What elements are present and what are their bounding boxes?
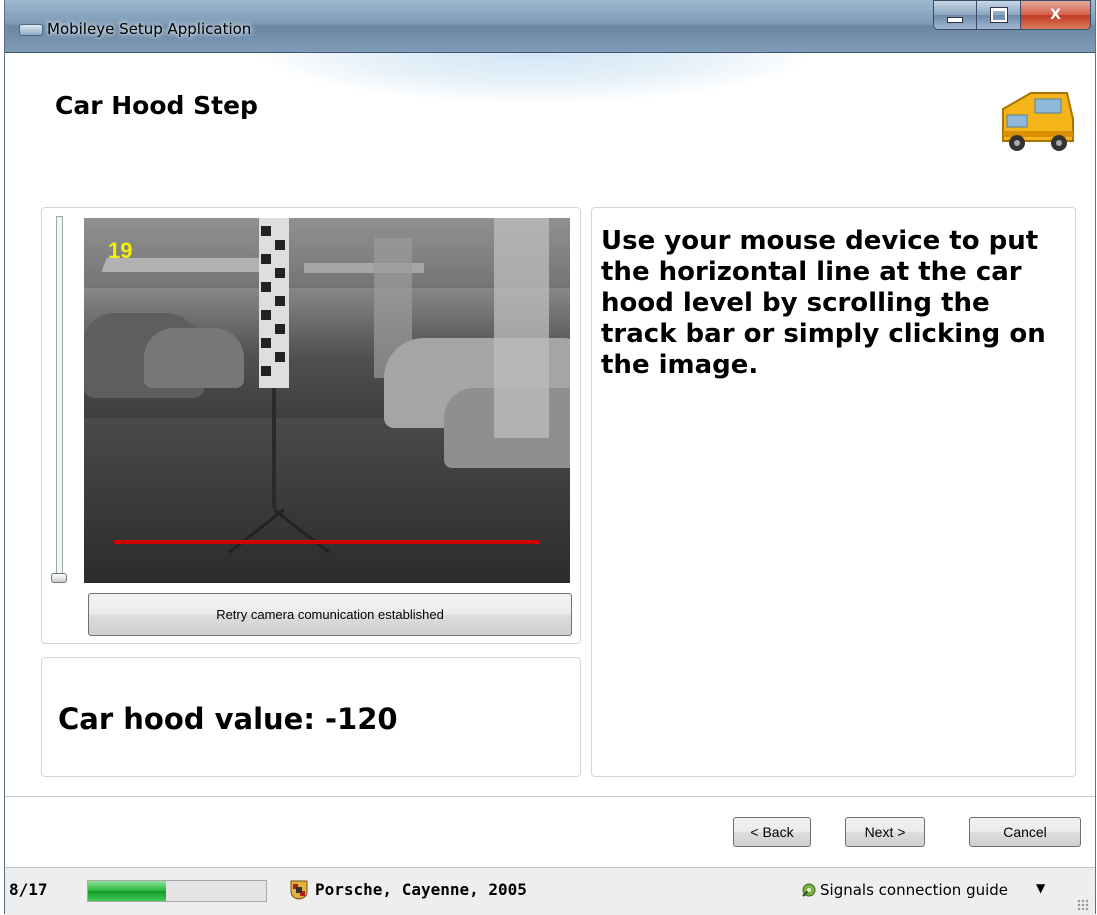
calibration-target (259, 218, 289, 388)
caption-buttons: X (933, 0, 1091, 40)
minimize-button[interactable] (933, 0, 977, 30)
camera-image[interactable]: 19 (84, 218, 570, 583)
close-icon: X (1050, 7, 1061, 23)
frame-number: 19 (108, 238, 133, 263)
header-swoosh (255, 53, 815, 103)
instructions-panel: Use your mouse device to put the horizon… (591, 207, 1076, 777)
trackbar-thumb[interactable] (51, 573, 67, 583)
step-counter: 8/17 (9, 880, 48, 899)
resize-grip[interactable] (1077, 899, 1089, 911)
minimize-icon (947, 17, 963, 23)
vehicle-label: Porsche, Cayenne, 2005 (315, 880, 527, 899)
progress-bar (87, 880, 267, 902)
scene-car (144, 328, 244, 388)
next-button[interactable]: Next > (845, 817, 925, 847)
instructions-text: Use your mouse device to put the horizon… (601, 226, 1046, 380)
hood-value-panel: Car hood value: -120 (41, 657, 581, 777)
app-icon (19, 24, 43, 36)
hood-trackbar[interactable] (56, 216, 63, 580)
scene-pillar (494, 218, 549, 438)
progress-fill (88, 881, 167, 901)
hood-value-label: Car hood value: -120 (58, 702, 398, 736)
retry-camera-button[interactable]: Retry camera comunication established (88, 593, 572, 636)
hood-line[interactable] (114, 540, 540, 544)
porsche-crest-icon (290, 880, 308, 900)
wizard-header: Car Hood Step (5, 53, 1095, 188)
camper-van-icon (1002, 92, 1074, 151)
camera-panel: 19 Retry camera comunication established (41, 207, 581, 644)
title-bar[interactable]: Mobileye Setup Application X (5, 0, 1095, 53)
signals-guide-link[interactable]: Signals connection guide (820, 881, 1008, 899)
page-title: Car Hood Step (55, 91, 258, 120)
chevron-down-icon[interactable]: ▼ (1036, 881, 1045, 895)
back-button[interactable]: < Back (733, 817, 811, 847)
setup-window: Mobileye Setup Application X Car Hood St… (4, 0, 1096, 915)
window-title: Mobileye Setup Application (47, 20, 252, 38)
cancel-button[interactable]: Cancel (969, 817, 1081, 847)
maximize-icon (990, 8, 1007, 22)
footer-divider (5, 796, 1095, 797)
maximize-button[interactable] (977, 0, 1021, 30)
signal-guide-icon[interactable] (800, 881, 818, 899)
close-button[interactable]: X (1021, 0, 1091, 30)
status-bar: 8/17 Porsche, Cayenne, 2005 Signals conn… (5, 867, 1095, 915)
tripod-pole (272, 388, 276, 508)
